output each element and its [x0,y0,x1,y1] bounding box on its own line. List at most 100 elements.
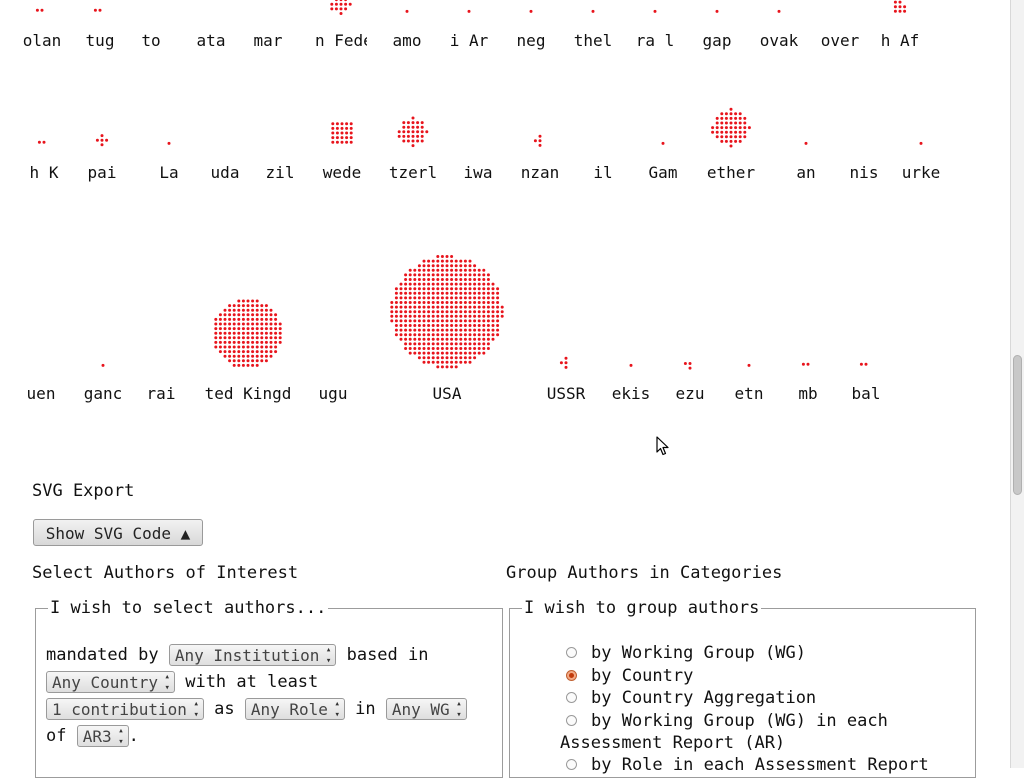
author-dot [436,305,440,309]
author-dot [278,322,282,326]
author-dot [269,327,273,331]
author-dot [422,264,426,268]
author-dot [223,308,227,312]
author-dot [473,324,477,327]
author-dot [232,327,236,331]
author-dot [445,296,449,300]
author-dot [463,305,467,309]
institution-select[interactable]: Any Institution ▴ ▾ [168,644,337,666]
author-dot [228,304,232,308]
radio-button[interactable] [566,647,577,658]
author-dot [734,126,738,130]
author-dot [473,305,477,309]
author-dot [404,337,408,341]
country-label: bal [851,385,881,403]
author-dot [486,282,490,286]
ar-select[interactable]: AR3 ▴ ▾ [76,725,129,747]
author-dot [390,310,394,314]
author-dot [903,5,907,9]
author-dot [237,304,241,308]
country-3-5-dots [390,255,504,369]
author-dot [477,328,481,332]
author-dot [394,328,398,332]
author-dot [738,121,742,125]
author-dot [440,337,444,341]
author-dot [486,314,490,318]
author-dot [436,301,440,304]
select-arrows-icon: ▴ ▾ [164,672,170,693]
author-dot [260,327,264,331]
author-dot [450,287,454,291]
author-dot [278,336,282,340]
author-dot [473,273,477,277]
radio-button[interactable] [566,715,577,726]
author-dot [459,314,463,318]
author-dot [413,319,417,323]
role-select[interactable]: Any Role ▴ ▾ [244,698,345,720]
country-1-9-dots [591,9,595,13]
country-3-1-dots [101,363,105,367]
group-option-role-each-ar[interactable]: by Role in each Assessment Report [566,754,929,776]
author-dot [260,345,264,349]
author-dot [463,319,467,323]
country-3-3-dots [214,299,282,367]
author-dot [459,264,463,268]
select-arrows-icon: ▴ ▾ [325,645,332,666]
author-dot [237,317,241,321]
author-dot [404,314,408,318]
author-dot [482,314,486,318]
author-dot [473,301,477,304]
filter-line-1: mandated by Any Institution ▴ ▾ based in [46,644,428,666]
radio-button-selected[interactable] [566,670,577,681]
author-dot [436,351,440,355]
author-dot [436,255,440,258]
author-dot [422,347,426,350]
author-dot [440,268,444,272]
author-dot [431,319,435,323]
radio-button[interactable] [566,692,577,703]
author-dot [431,337,435,341]
author-dot [422,314,426,318]
page-scrollbar[interactable] [1010,0,1024,768]
author-dot [486,273,490,277]
group-option-wg[interactable]: by Working Group (WG) [566,642,806,664]
author-dot [893,0,897,4]
select-arrows-icon: ▴ ▾ [334,699,340,720]
author-dot [264,317,268,321]
group-option-country-aggregation[interactable]: by Country Aggregation [566,687,816,709]
author-dot [463,264,467,268]
author-dot [463,291,467,295]
author-dot [482,337,486,341]
author-dot [459,268,463,272]
show-svg-code-button[interactable]: Show SVG Code ▲ [33,519,203,546]
group-option-country[interactable]: by Country [566,665,693,687]
wg-select[interactable]: Any WG ▴ ▾ [385,698,467,720]
author-dot [427,268,431,272]
author-dot [411,130,415,134]
scrollbar-thumb[interactable] [1013,355,1022,495]
country-select[interactable]: Any Country ▴ ▾ [46,671,175,693]
author-dot [459,333,463,337]
author-dot [274,331,278,335]
author-dot [334,2,338,6]
country-label: ted Kingd [204,385,292,403]
author-dot [445,282,449,286]
country-label: olan [22,32,62,50]
author-dot [214,345,218,349]
author-dot [738,130,742,134]
author-dot [450,310,454,314]
contribution-select[interactable]: 1 contribution ▴ ▾ [46,698,204,720]
author-dot [232,363,236,367]
radio-button[interactable] [566,759,577,770]
author-dot [417,278,421,281]
group-option-wg-each-ar[interactable]: by Working Group (WG) in each [566,710,888,732]
author-dot [440,360,444,364]
author-dot [427,337,431,341]
author-dot [255,308,259,312]
author-dot [269,350,273,354]
author-dot [459,287,463,291]
author-dot [454,310,458,314]
author-dot [688,362,692,365]
author-dot [454,305,458,309]
author-dot [473,264,477,268]
